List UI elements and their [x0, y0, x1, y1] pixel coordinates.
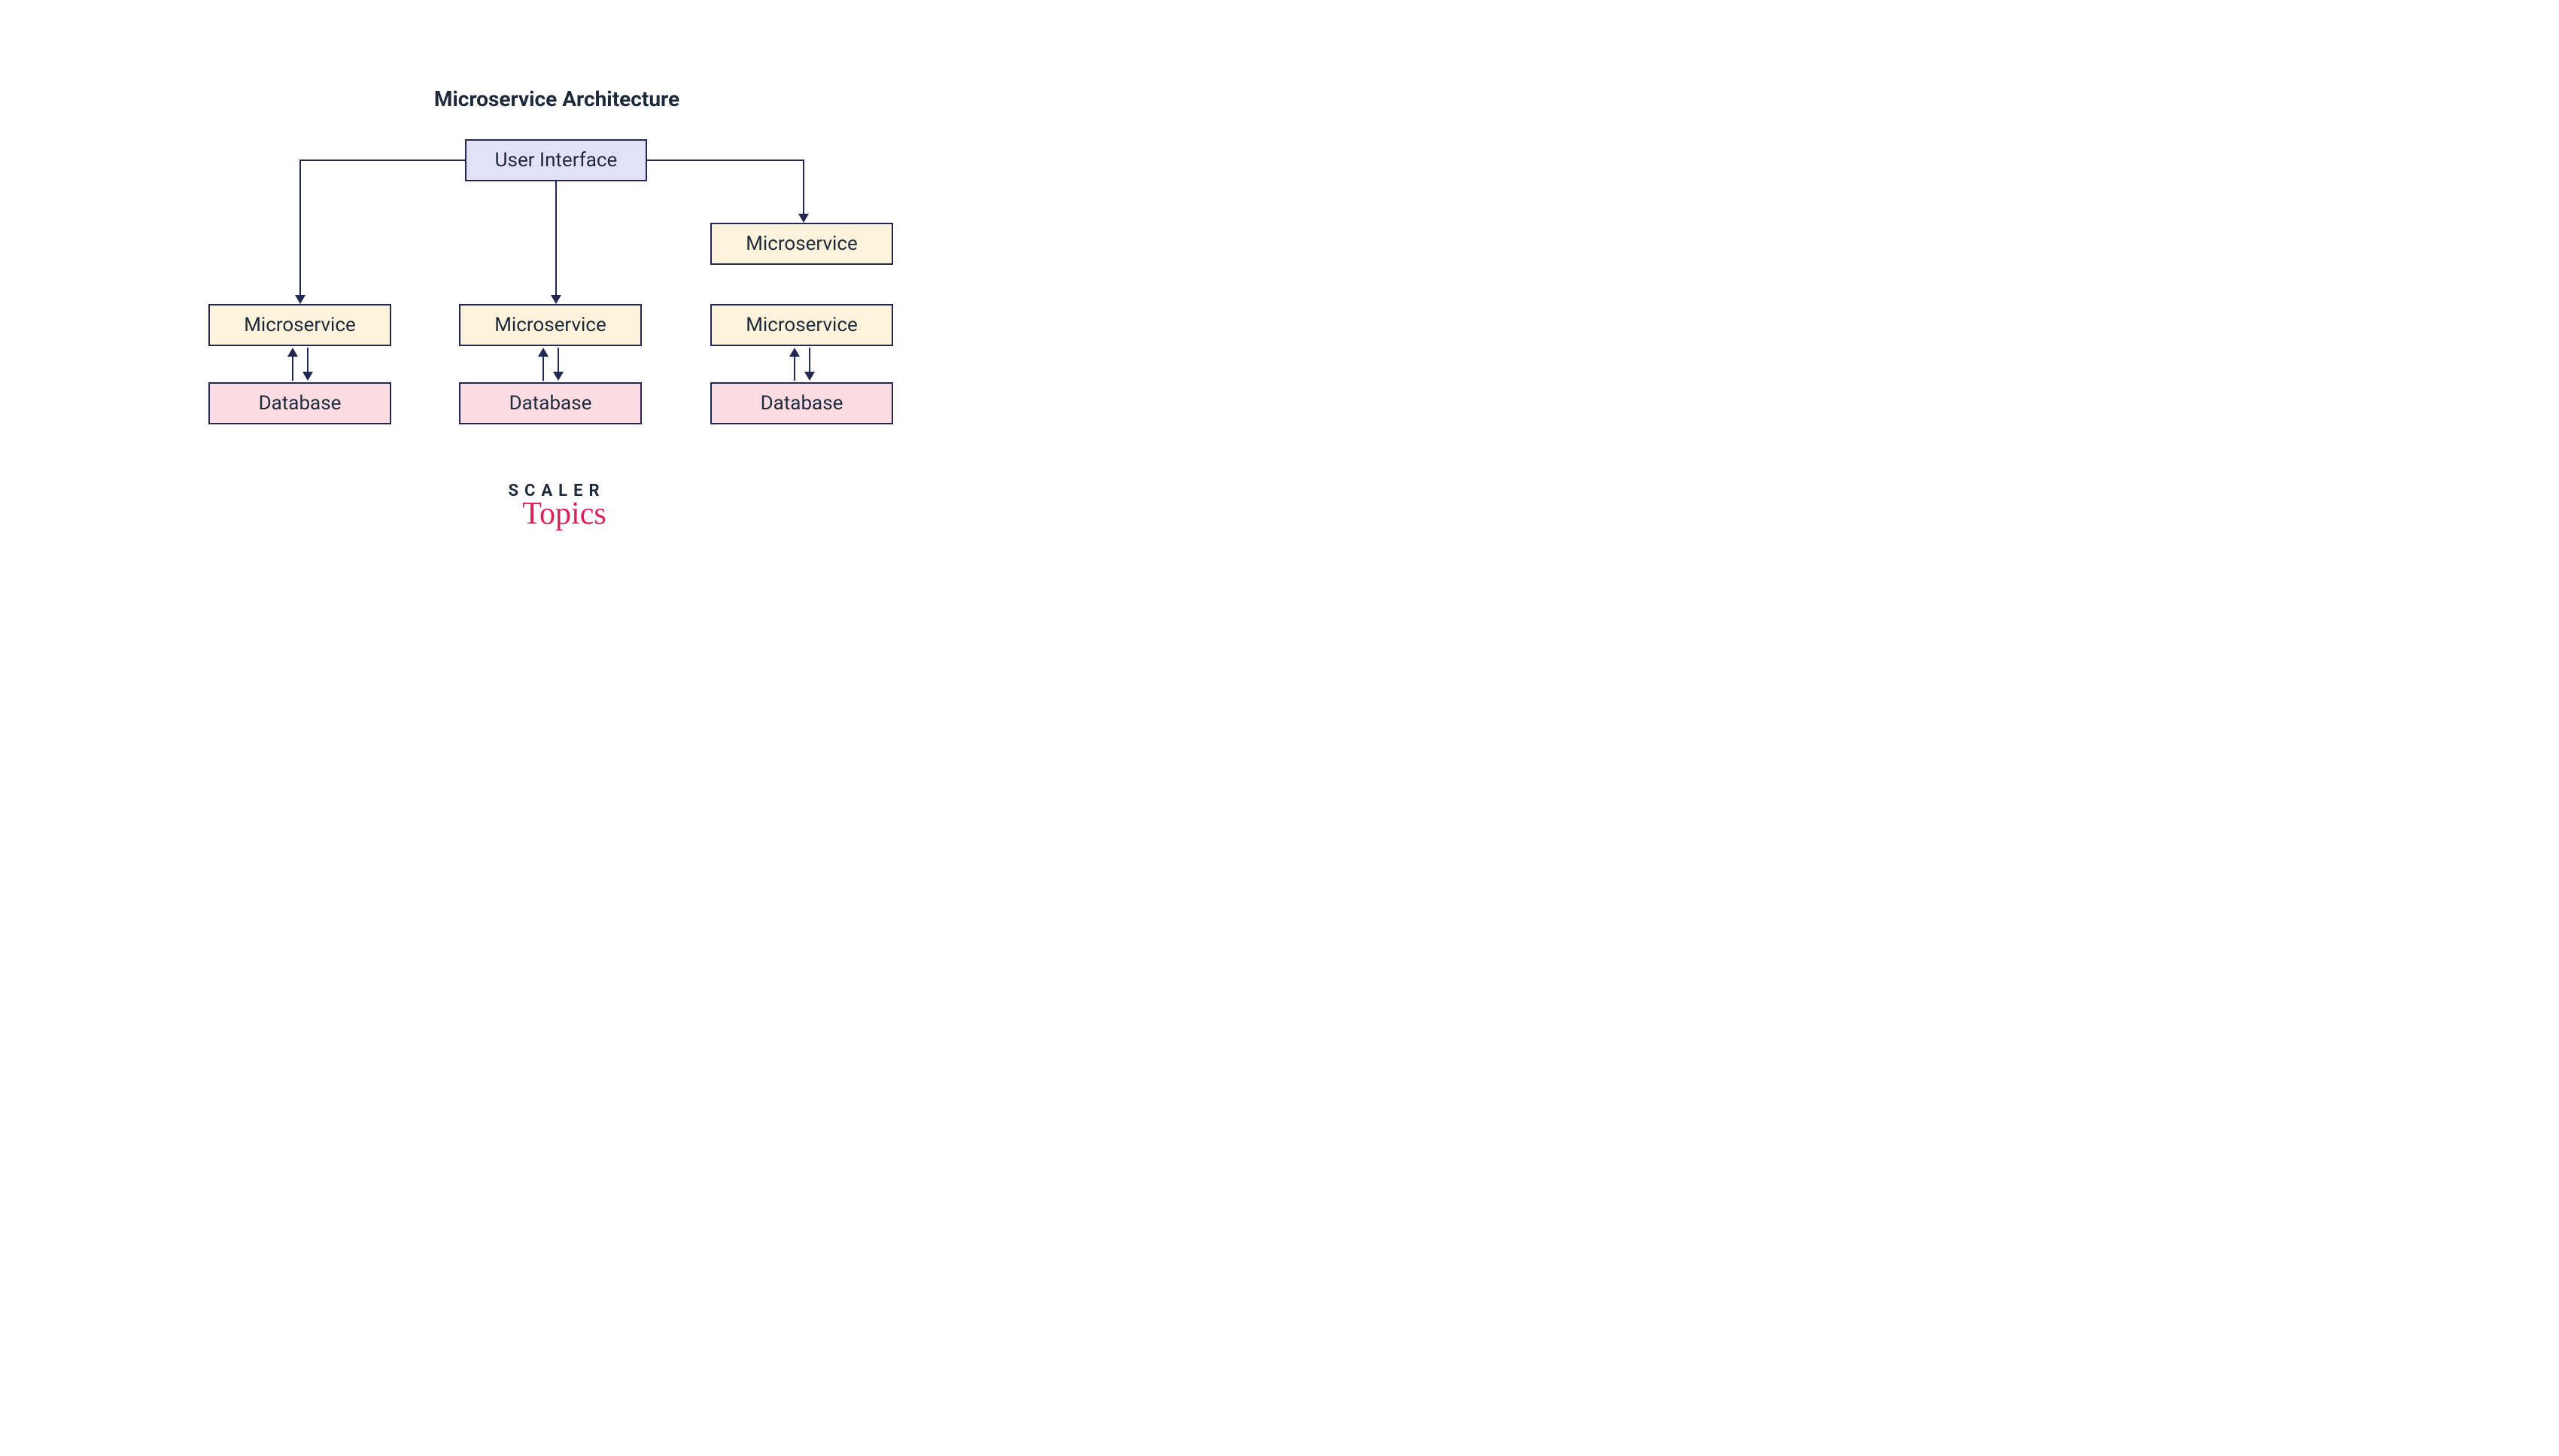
microservice-3-bottom-label: Microservice: [746, 314, 858, 336]
database-3-label: Database: [761, 392, 843, 415]
arrow-ms2-db2-down-head: [553, 372, 564, 381]
logo-topics-text: Topics: [15, 496, 1114, 532]
microservice-box-1: Microservice: [208, 304, 391, 346]
arrow-ms1-db1-up-head: [287, 348, 298, 357]
arrow-ms3-db3-up-head: [789, 348, 800, 357]
arrow-ui-ms3-h: [647, 160, 804, 161]
microservice-box-3-bottom: Microservice: [710, 304, 893, 346]
arrow-ms3-db3-up-line: [794, 355, 795, 381]
database-box-3: Database: [710, 382, 893, 424]
microservice-2-label: Microservice: [494, 314, 606, 336]
user-interface-box: User Interface: [465, 139, 647, 181]
arrow-ms1-db1-down-head: [302, 372, 313, 381]
microservice-3-top-label: Microservice: [746, 233, 858, 255]
arrow-ms1-db1-down-line: [307, 348, 308, 373]
scaler-topics-logo: SCALER Topics: [0, 482, 1114, 532]
arrow-ui-ms2-head: [551, 295, 561, 304]
arrow-ui-ms3-head: [798, 214, 809, 223]
arrow-ms2-db2-down-line: [558, 348, 559, 373]
microservice-box-3-top: Microservice: [710, 223, 893, 265]
microservice-1-label: Microservice: [244, 314, 356, 336]
microservice-box-2: Microservice: [459, 304, 642, 346]
arrow-ms1-db1-up-line: [292, 355, 293, 381]
arrow-ms2-db2-up-head: [538, 348, 549, 357]
arrow-ms2-db2-up-line: [542, 355, 544, 381]
arrow-ui-ms3-v: [803, 160, 804, 215]
database-1-label: Database: [259, 392, 342, 415]
database-box-2: Database: [459, 382, 642, 424]
arrow-ui-ms2-v: [555, 181, 557, 296]
arrow-ui-ms1-v: [299, 160, 301, 296]
user-interface-label: User Interface: [495, 149, 618, 172]
database-2-label: Database: [509, 392, 592, 415]
arrow-ms3-db3-down-head: [804, 372, 815, 381]
arrow-ui-ms1-h: [299, 160, 465, 161]
diagram-title: Microservice Architecture: [0, 87, 1114, 111]
database-box-1: Database: [208, 382, 391, 424]
arrow-ui-ms1-head: [295, 295, 305, 304]
arrow-ms3-db3-down-line: [809, 348, 810, 373]
